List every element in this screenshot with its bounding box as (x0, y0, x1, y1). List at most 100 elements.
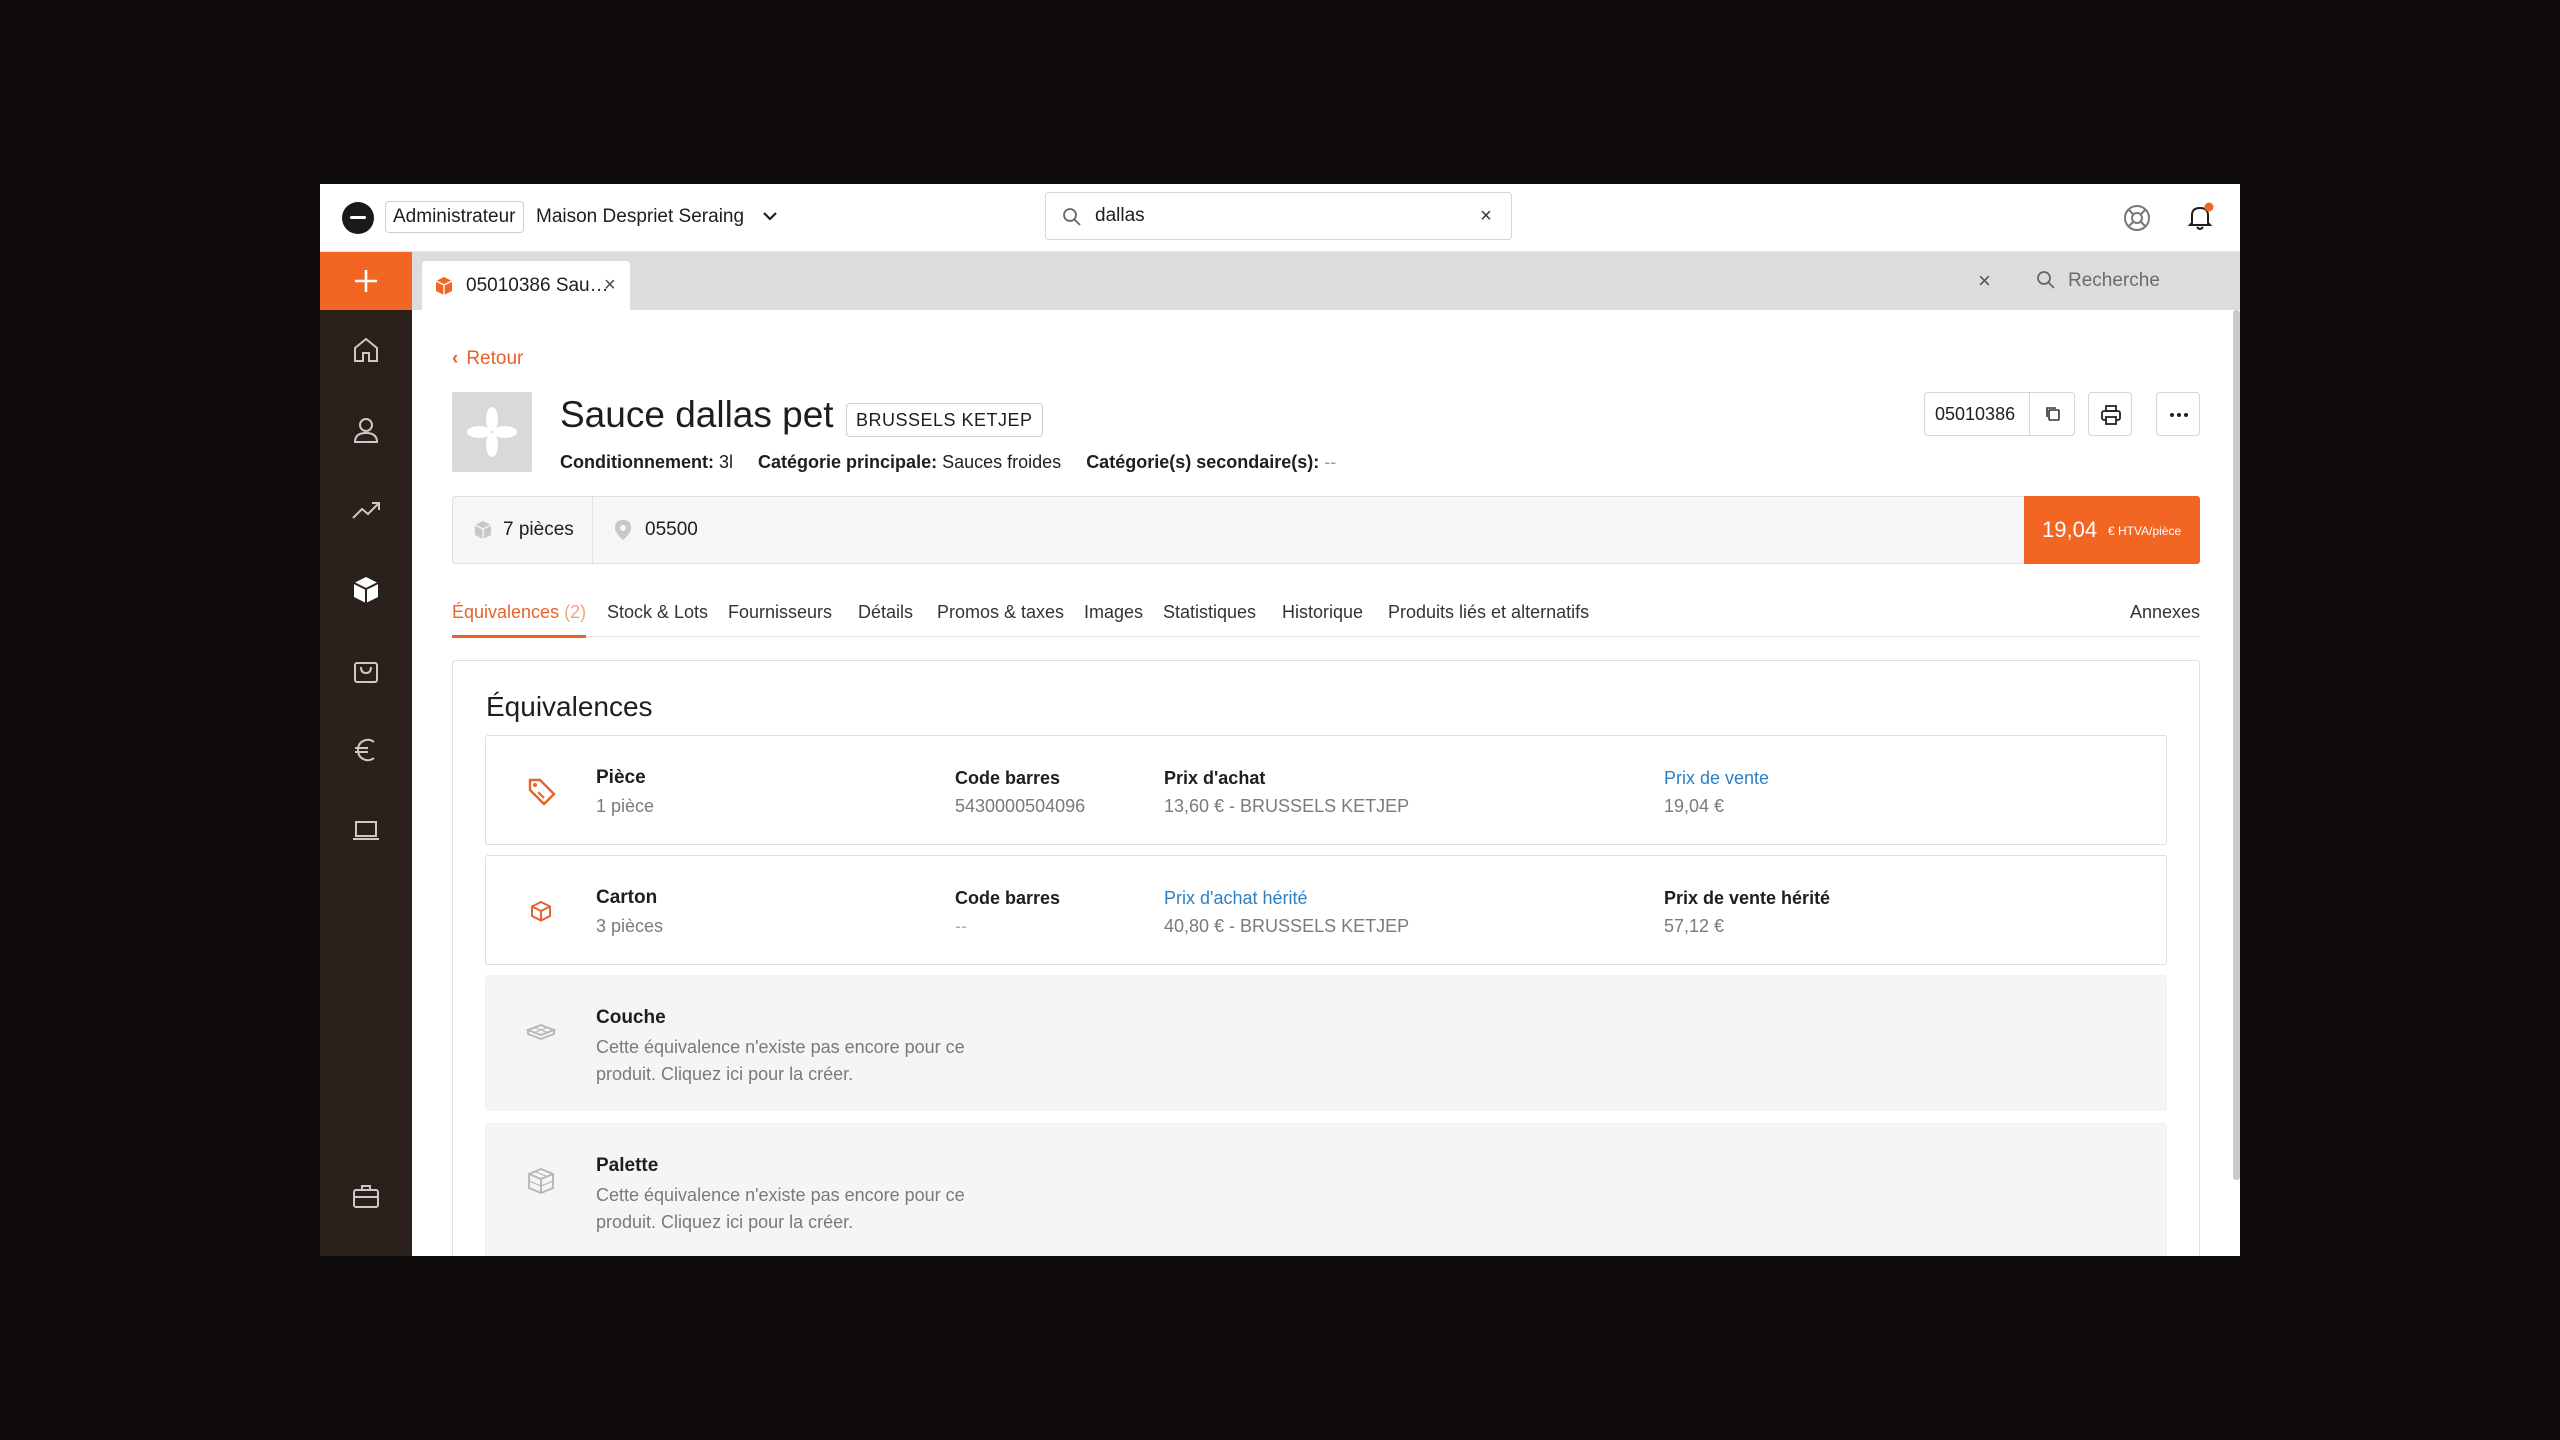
tab-promos-taxes[interactable]: Promos & taxes (937, 597, 1064, 627)
help-lifebuoy-icon[interactable] (2122, 203, 2152, 233)
search-clear-button[interactable]: × (1475, 205, 1497, 227)
box-icon (531, 900, 551, 922)
stock-location-value: 05500 (645, 519, 698, 540)
section-title: Équivalences (486, 691, 653, 722)
print-button[interactable] (2088, 392, 2132, 436)
tab-historique[interactable]: Historique (1282, 597, 1363, 627)
equivalence-quantity: 3 pièces (596, 916, 664, 936)
sale-price-badge[interactable]: 19,04 € HTVA/pièce (2024, 496, 2200, 564)
equivalence-name: Carton (596, 887, 658, 908)
categorie-label: Catégorie principale: (758, 452, 938, 472)
barcode-value: 5430000504096 (955, 796, 1086, 816)
secondaire-value: -- (1324, 452, 1337, 472)
product-image-placeholder[interactable] (452, 392, 532, 472)
location-pin-icon (615, 520, 631, 540)
company-name[interactable]: Maison Despriet Seraing (536, 201, 744, 233)
equivalence-row-palette[interactable]: Palette Cette équivalence n'existe pas e… (485, 1123, 2167, 1256)
purchase-price-link[interactable]: Prix d'achat hérité (1164, 886, 1308, 910)
sale-price-label: Prix de vente hérité (1664, 888, 1831, 908)
printer-icon (2101, 405, 2121, 425)
sale-price-value: 19,04 (2042, 517, 2098, 542)
shopping-bag-icon[interactable] (350, 654, 382, 686)
chevron-left-icon: ‹ (452, 348, 459, 369)
more-options-button[interactable] (2156, 392, 2200, 436)
copy-icon (2046, 407, 2060, 421)
purchase-price-value: 40,80 € - BRUSSELS KETJEP (1164, 916, 1410, 936)
laptop-icon[interactable] (350, 814, 382, 846)
equivalence-create-hint: Cette équivalence n'existe pas encore po… (596, 1037, 965, 1084)
product-code-value: 05010386 (1935, 404, 2016, 424)
barcode-label: Code barres (955, 888, 1061, 908)
search-input[interactable]: dallas (1095, 193, 1145, 239)
product-box-icon (435, 277, 453, 295)
stock-quantity-value: 7 pièces (503, 519, 574, 540)
conditionnement-value: 3l (719, 452, 734, 472)
search-icon (1063, 208, 1081, 226)
document-tab-strip: 05010386 Sau… × × Recherche (412, 252, 2240, 310)
tab-annexes[interactable]: Annexes (2130, 597, 2200, 627)
close-all-tabs-button[interactable]: × (1978, 270, 1991, 292)
tab-stock-lots[interactable]: Stock & Lots (607, 597, 708, 627)
secondaire-label: Catégorie(s) secondaire(s): (1086, 452, 1320, 472)
document-tab[interactable]: 05010386 Sau… × (422, 261, 630, 310)
equivalence-create-hint: Cette équivalence n'existe pas encore po… (596, 1185, 965, 1232)
document-tab-close-button[interactable]: × (604, 261, 616, 310)
tab-equivalences[interactable]: Équivalences (2) (452, 597, 587, 638)
search-icon (2037, 271, 2055, 289)
barcode-label: Code barres (955, 768, 1061, 788)
tab-fournisseurs[interactable]: Fournisseurs (728, 597, 832, 627)
product-meta: Conditionnement: 3l Catégorie principale… (560, 450, 1336, 474)
equivalence-row-couche[interactable]: Couche Cette équivalence n'existe pas en… (485, 975, 2167, 1111)
sale-price-unit: € HTVA/pièce (2108, 524, 2182, 538)
top-bar: Administrateur Maison Despriet Seraing d… (320, 184, 2240, 252)
briefcase-icon[interactable] (350, 1180, 382, 1212)
plus-icon (355, 270, 377, 292)
copy-code-button[interactable] (2029, 393, 2075, 435)
equivalence-quantity: 1 pièce (596, 796, 655, 816)
content-scrollbar[interactable] (2233, 310, 2240, 1180)
tag-icon (528, 778, 556, 806)
tab-details[interactable]: Détails (858, 597, 913, 627)
layer-icon (525, 1024, 557, 1040)
tab-statistiques[interactable]: Statistiques (1163, 597, 1256, 627)
image-placeholder-icon (467, 407, 517, 457)
equivalence-name: Palette (596, 1155, 659, 1176)
role-badge: Administrateur (385, 201, 524, 233)
back-link[interactable]: ‹ Retour (452, 347, 523, 371)
tab-equivalences-label: Équivalences (452, 602, 560, 622)
pallet-icon (528, 1168, 554, 1194)
sale-price-value: 57,12 € (1664, 916, 1725, 936)
sale-price-link[interactable]: Prix de vente (1664, 766, 1769, 790)
stock-bar: 7 pièces 05500 19,04 € HTVA/pièce (452, 496, 2200, 564)
product-tabs: Équivalences (2) Stock & Lots Fournisseu… (452, 597, 2200, 638)
user-icon[interactable] (350, 414, 382, 446)
home-icon[interactable] (350, 334, 382, 366)
more-dots-icon (2170, 413, 2188, 417)
global-search[interactable]: dallas × (1045, 192, 1512, 240)
app-window: Administrateur Maison Despriet Seraing d… (320, 184, 2240, 1256)
tab-images[interactable]: Images (1084, 597, 1143, 627)
main-content: ‹ Retour Sauce dallas pet BRUSSELS KETJEP… (412, 310, 2240, 1256)
euro-icon[interactable] (350, 734, 382, 766)
bell-icon[interactable] (2184, 201, 2216, 233)
conditionnement-label: Conditionnement: (560, 452, 714, 472)
equivalence-row-piece[interactable]: Pièce 1 pièce Code barres 5430000504096 … (485, 735, 2167, 845)
stock-quantity[interactable]: 7 pièces (453, 497, 593, 563)
company-logo[interactable] (342, 202, 374, 234)
chevron-down-icon[interactable] (760, 206, 780, 226)
equivalence-row-carton[interactable]: Carton 3 pièces Code barres -- Prix d'ac… (485, 855, 2167, 965)
add-button[interactable] (320, 252, 412, 310)
product-code: 05010386 (1924, 392, 2075, 436)
back-link-label: Retour (466, 348, 524, 369)
document-tab-label: 05010386 Sau… (466, 275, 609, 296)
tab-produits-lies[interactable]: Produits liés et alternatifs (1388, 597, 1589, 627)
purchase-price-label: Prix d'achat (1164, 768, 1266, 788)
tab-search-input[interactable]: Recherche (2068, 252, 2160, 310)
tab-equivalences-count: (2) (564, 602, 587, 622)
product-box-icon[interactable] (350, 574, 382, 606)
box-icon (474, 521, 492, 539)
equivalence-name: Pièce (596, 767, 646, 788)
purchase-price-value: 13,60 € - BRUSSELS KETJEP (1164, 796, 1410, 816)
trend-icon[interactable] (350, 494, 382, 526)
barcode-value: -- (955, 916, 967, 936)
